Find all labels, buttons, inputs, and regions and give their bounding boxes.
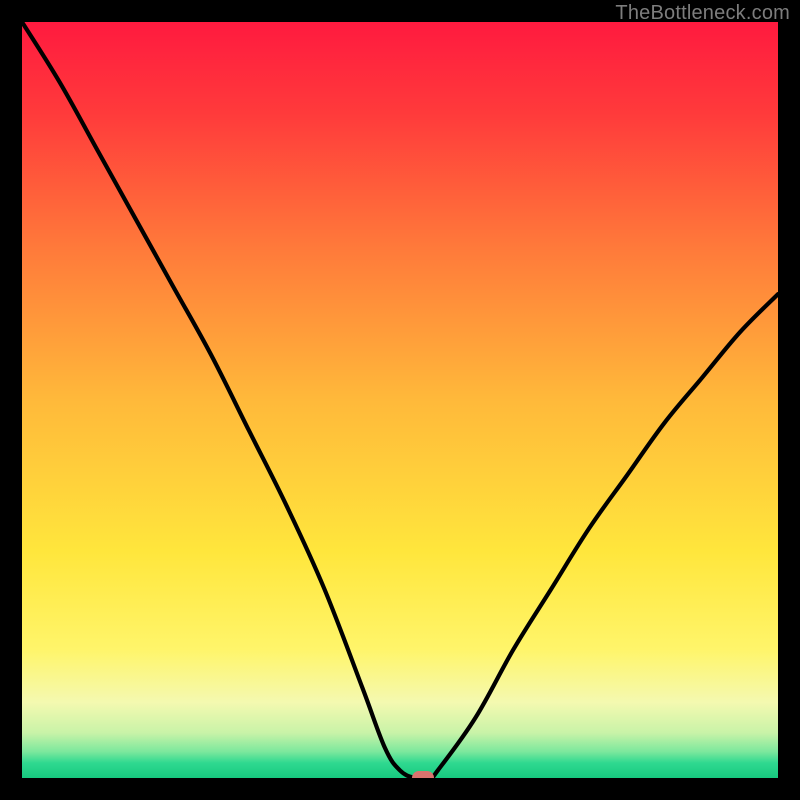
bottleneck-marker	[412, 771, 434, 778]
plot-area	[22, 22, 778, 778]
bottleneck-curve	[22, 22, 778, 778]
chart-stage: TheBottleneck.com	[0, 0, 800, 800]
